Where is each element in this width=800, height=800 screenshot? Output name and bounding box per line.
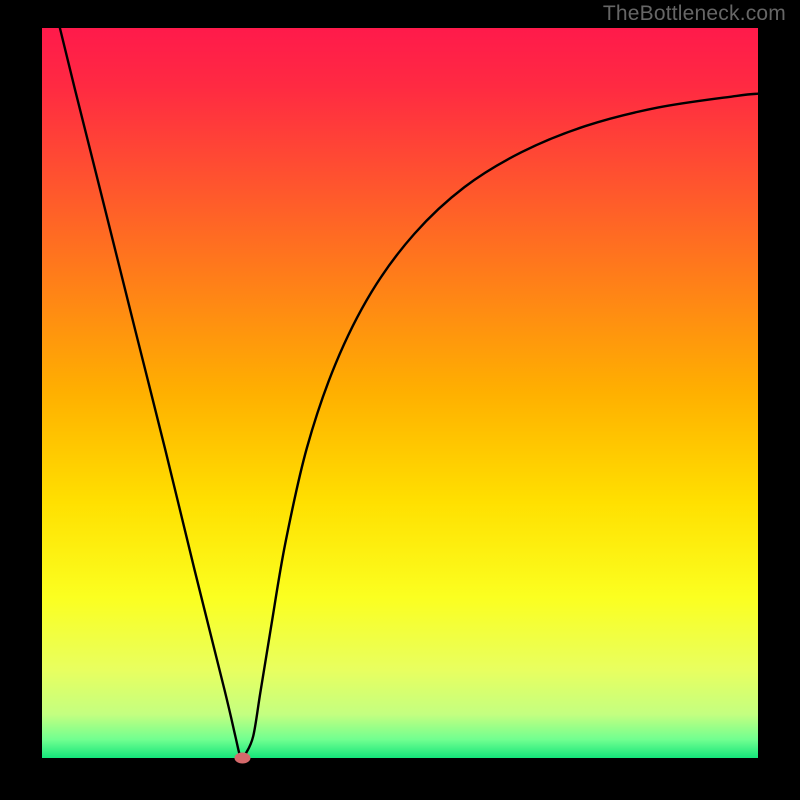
watermark-text: TheBottleneck.com xyxy=(603,2,786,26)
bottleneck-chart xyxy=(0,0,800,800)
minimum-marker xyxy=(234,753,250,764)
plot-background xyxy=(42,28,758,758)
chart-frame: TheBottleneck.com xyxy=(0,0,800,800)
